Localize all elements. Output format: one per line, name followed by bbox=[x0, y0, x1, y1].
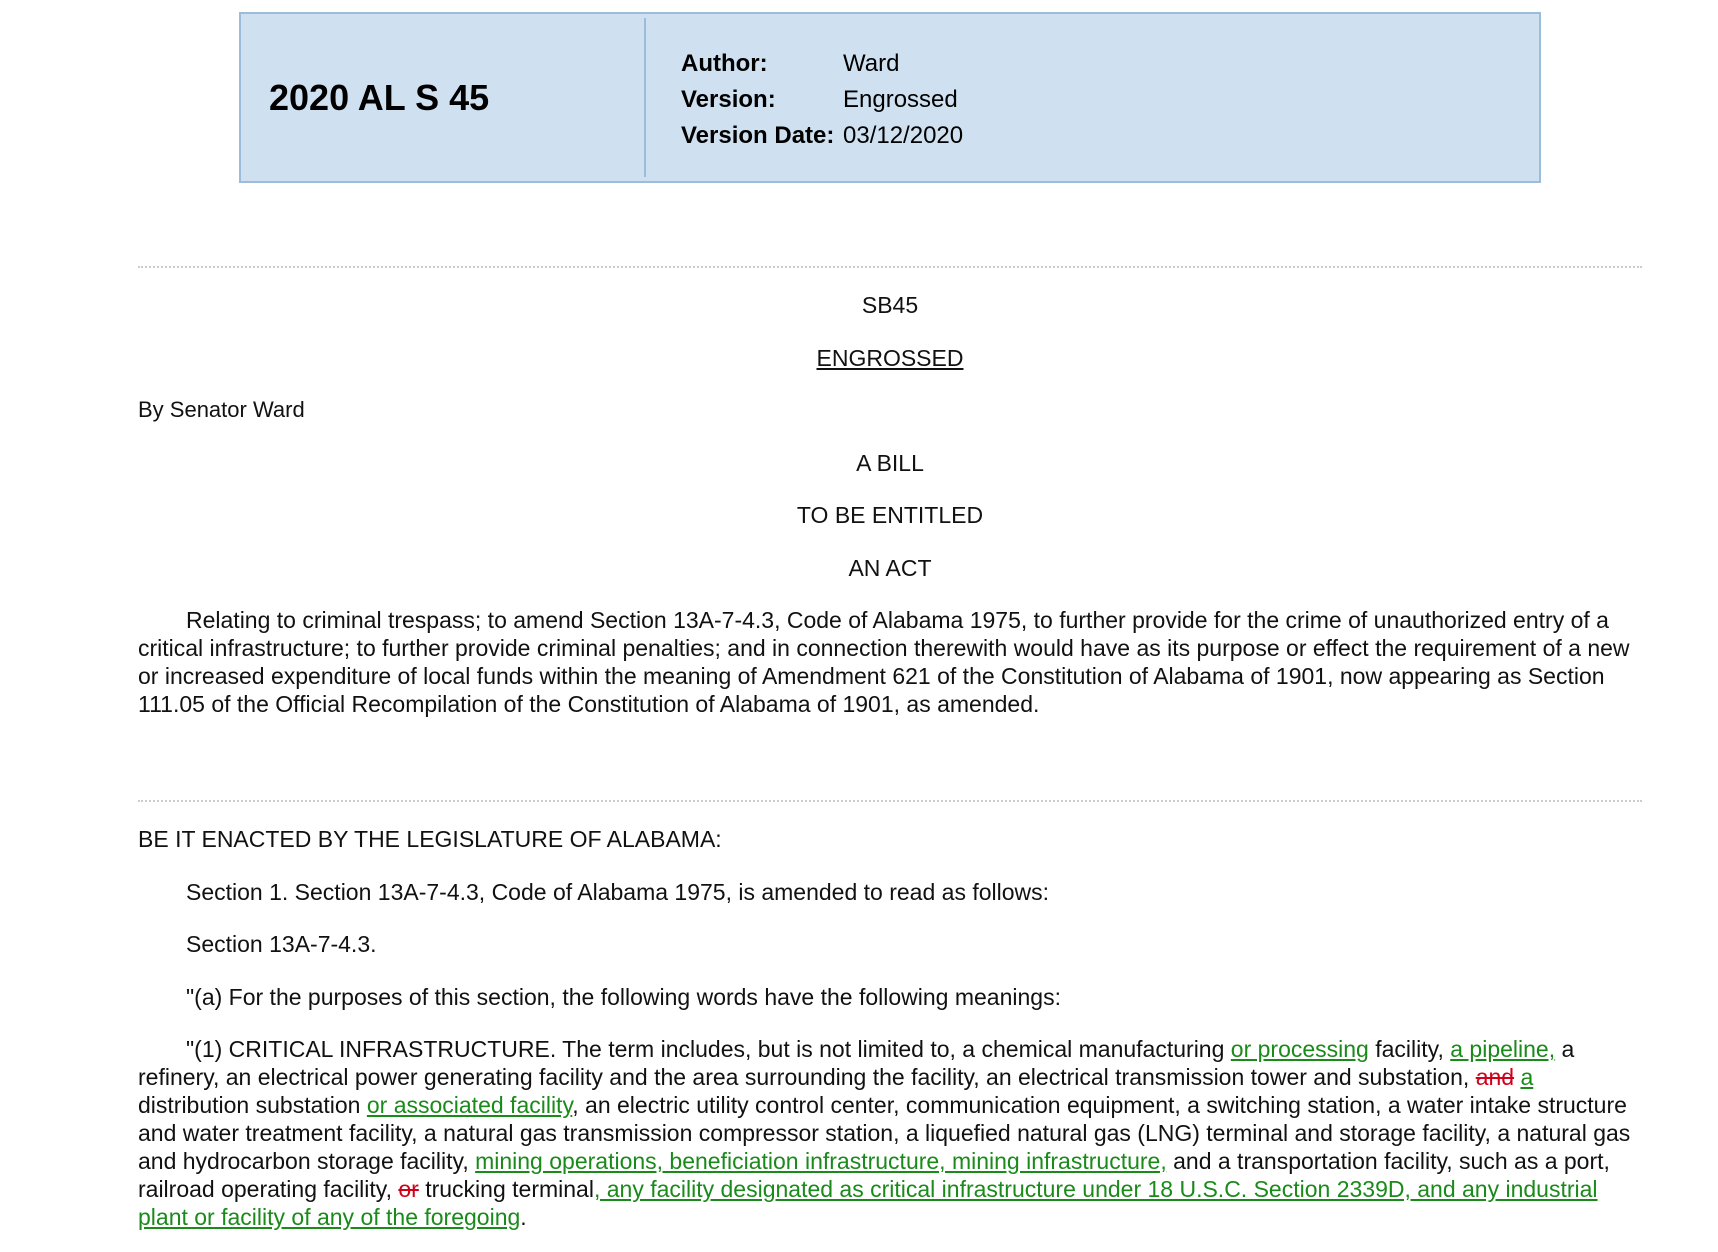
bill-status-wrap: ENGROSSED bbox=[138, 344, 1642, 372]
author-label: Author: bbox=[681, 50, 768, 77]
paragraph-1: "(1) CRITICAL INFRASTRUCTURE. The term i… bbox=[138, 1035, 1642, 1231]
doc-id: 2020 AL S 45 bbox=[269, 76, 490, 118]
deleted-text: or bbox=[398, 1176, 419, 1202]
section-1: Section 1. Section 13A-7-4.3, Code of Al… bbox=[186, 879, 1050, 905]
sponsor-wrap: By Senator Ward bbox=[138, 396, 1642, 424]
inserted-text: or processing bbox=[1230, 1036, 1369, 1062]
bill-heading: SB45 bbox=[138, 291, 1642, 319]
text-run: "(1) CRITICAL INFRASTRUCTURE. The term i… bbox=[186, 1036, 1231, 1062]
version-row: Version: Engrossed bbox=[681, 82, 963, 118]
version-label: Version: bbox=[681, 86, 776, 113]
title-a-bill: A BILL bbox=[856, 450, 924, 476]
text-run: . bbox=[520, 1204, 527, 1230]
section-heading: Section 13A-7-4.3. bbox=[186, 931, 377, 957]
text-run: trucking terminal bbox=[418, 1176, 594, 1202]
version-value: Engrossed bbox=[843, 86, 958, 113]
inserted-text: a bbox=[1520, 1064, 1534, 1090]
author-value: Ward bbox=[843, 50, 900, 77]
section-heading-block: Section 13A-7-4.3. bbox=[138, 930, 1642, 958]
paragraph-a: "(a) For the purposes of this section, t… bbox=[186, 984, 1061, 1010]
synopsis-block: Relating to criminal trespass; to amend … bbox=[138, 606, 1642, 718]
inserted-text: or associated facility bbox=[366, 1092, 573, 1118]
divider-top bbox=[138, 266, 1642, 268]
inserted-text: mining operations, beneficiation infrast… bbox=[475, 1148, 1167, 1174]
title-to-be-entitled: TO BE ENTITLED bbox=[796, 502, 984, 528]
synopsis: Relating to criminal trespass; to amend … bbox=[138, 607, 1630, 717]
doc-meta: Author: Ward Version: Engrossed Version … bbox=[646, 14, 963, 181]
doc-id-cell: 2020 AL S 45 bbox=[241, 18, 646, 177]
title2-wrap: TO BE ENTITLED bbox=[138, 501, 1642, 529]
author-row: Author: Ward bbox=[681, 46, 963, 82]
title1-wrap: A BILL bbox=[138, 449, 1642, 477]
text-run: distribution substation bbox=[138, 1092, 367, 1118]
section1-block: Section 1. Section 13A-7-4.3, Code of Al… bbox=[138, 878, 1642, 906]
enacting-block: BE IT ENACTED BY THE LEGISLATURE OF ALAB… bbox=[138, 825, 1642, 853]
text-run: facility, bbox=[1368, 1036, 1451, 1062]
divider-bottom bbox=[138, 800, 1642, 802]
version-date-value: 03/12/2020 bbox=[843, 122, 964, 149]
para-a-block: "(a) For the purposes of this section, t… bbox=[138, 983, 1642, 1011]
sponsor: By Senator Ward bbox=[138, 397, 305, 422]
bill-number: SB45 bbox=[861, 292, 919, 318]
title-an-act: AN ACT bbox=[848, 555, 932, 581]
version-date-row: Version Date: 03/12/2020 bbox=[681, 118, 963, 154]
inserted-text: a pipeline, bbox=[1450, 1036, 1556, 1062]
bill-status: ENGROSSED bbox=[816, 345, 964, 371]
version-date-label: Version Date: bbox=[681, 122, 835, 149]
enacting-clause: BE IT ENACTED BY THE LEGISLATURE OF ALAB… bbox=[138, 826, 722, 852]
deleted-text: and bbox=[1475, 1064, 1515, 1090]
para-1-block: "(1) CRITICAL INFRASTRUCTURE. The term i… bbox=[138, 1035, 1642, 1231]
title3-wrap: AN ACT bbox=[138, 554, 1642, 582]
document-header: 2020 AL S 45 Author: Ward Version: Engro… bbox=[239, 12, 1541, 183]
